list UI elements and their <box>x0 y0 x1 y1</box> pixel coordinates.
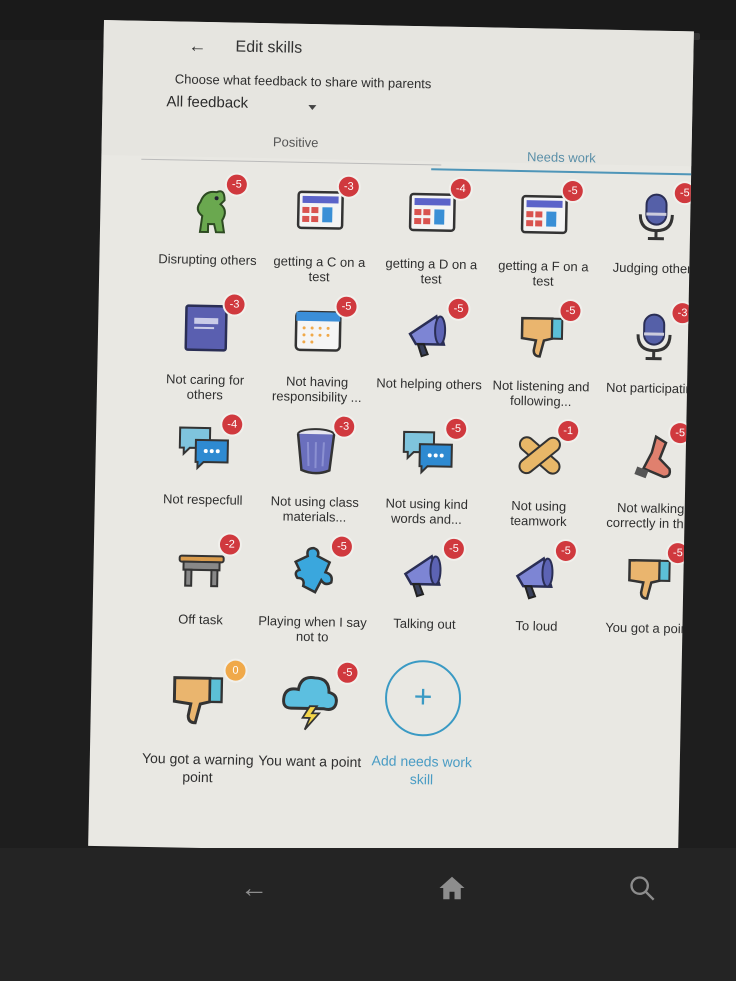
skill-item[interactable]: -5 Talking out <box>368 535 482 657</box>
points-badge: -3 <box>334 416 355 437</box>
points-badge: -5 <box>674 182 694 204</box>
skill-item[interactable]: -1 Not using teamwork <box>482 417 596 539</box>
points-badge: -5 <box>226 174 248 195</box>
points-badge: -5 <box>667 542 689 564</box>
back-arrow-icon: ← <box>240 872 268 903</box>
feedback-dropdown[interactable]: All feedback <box>166 93 317 118</box>
skill-item[interactable]: -5 Not helping others <box>372 295 486 417</box>
skill-label: Not having responsibility ... <box>271 373 362 406</box>
skill-label: You want a point <box>258 752 362 771</box>
points-badge: -5 <box>562 180 583 202</box>
app-screen: ← Edit skills Choose what feedback to sh… <box>88 20 694 858</box>
skill-label: You got a warning point <box>141 749 254 786</box>
skill-label: Talking out <box>393 615 456 632</box>
add-needs-work-skill-button[interactable]: + Add needs work skill <box>366 655 480 787</box>
points-badge: -2 <box>219 534 241 555</box>
skill-item[interactable]: -5 Not walking correctly in th... <box>594 420 694 542</box>
points-badge: -5 <box>337 662 358 683</box>
skill-label: getting a D on a test <box>385 255 478 287</box>
skill-item[interactable]: -5 Judging others <box>599 180 694 302</box>
tab-bar: Positive Needs work <box>101 126 692 173</box>
skill-item[interactable]: -5 Not listening and following... <box>484 297 598 419</box>
points-badge: -4 <box>450 178 472 200</box>
skill-label: getting a C on a test <box>273 253 366 285</box>
points-badge: -5 <box>560 300 581 322</box>
skill-grid: -5 Disrupting others -3 getting a C on a te… <box>142 171 694 787</box>
skill-label: Not participating <box>605 379 694 397</box>
app-header: ← Edit skills Choose what feedback to sh… <box>101 20 694 167</box>
points-badge: -3 <box>338 176 360 197</box>
points-badge: -5 <box>446 418 467 440</box>
skill-item[interactable]: -3 Not using class materials... <box>258 413 372 535</box>
skill-item[interactable]: -3 Not participating <box>596 300 694 422</box>
skill-label: Disrupting others <box>158 251 257 268</box>
skill-item[interactable]: -2 Off task <box>144 531 258 653</box>
tab-needs-work[interactable]: Needs work <box>431 142 692 181</box>
skill-item[interactable]: -5 Not using kind words and... <box>370 415 484 537</box>
points-badge: -5 <box>555 540 577 562</box>
skill-label: To loud <box>515 618 558 634</box>
skill-label: Not using class materials... <box>270 493 360 525</box>
skill-item[interactable]: -5 You got a point <box>592 540 694 662</box>
points-badge: 0 <box>225 660 246 681</box>
points-badge: -5 <box>331 536 353 557</box>
skill-item[interactable]: -5 Disrupting others <box>151 171 265 293</box>
skill-label: Playing when I say not to <box>258 613 367 645</box>
plus-icon: + <box>413 678 433 715</box>
skill-item[interactable]: 0 You got a warning point <box>142 651 256 785</box>
points-badge: -5 <box>669 422 691 444</box>
skill-item[interactable]: -4 getting a D on a test <box>375 175 489 297</box>
points-badge: -4 <box>222 414 243 435</box>
skill-item[interactable]: -5 Not having responsibility ... <box>260 293 374 415</box>
points-badge: -5 <box>448 298 469 320</box>
skill-item[interactable]: -5 To loud <box>480 537 594 659</box>
skill-label: Not using teamwork <box>510 497 567 529</box>
points-badge: -3 <box>224 294 245 315</box>
nav-back-button[interactable]: ← <box>234 868 274 908</box>
home-icon <box>439 876 465 900</box>
add-skill-label: Add needs work skill <box>371 752 473 788</box>
arrow-left-icon: ← <box>188 35 207 56</box>
skill-item[interactable]: -4 Not respecfull <box>146 411 260 533</box>
skill-label: getting a F on a test <box>498 257 589 289</box>
system-nav-bar: ← <box>0 848 736 981</box>
points-badge: -3 <box>672 302 693 324</box>
skill-label: Not walking correctly in th... <box>606 499 694 532</box>
skill-label: Off task <box>178 611 223 628</box>
page-title: Edit skills <box>235 38 303 57</box>
share-instructions: Choose what feedback to share with paren… <box>174 71 432 92</box>
skill-item[interactable]: -5 Playing when I say not to <box>256 533 370 655</box>
back-button[interactable]: ← <box>185 34 209 58</box>
skill-label: Not helping others <box>376 375 482 393</box>
points-badge: -5 <box>336 296 357 317</box>
feedback-dropdown-value: All feedback <box>166 93 249 112</box>
points-badge: -1 <box>558 420 579 442</box>
skill-item[interactable]: -5 getting a F on a test <box>487 177 601 299</box>
thumbs-down-icon <box>162 661 233 732</box>
search-icon <box>630 876 655 901</box>
skill-label: Not caring for others <box>165 371 245 403</box>
skill-item[interactable]: -5 You want a point <box>254 653 368 775</box>
skill-label: Not respecfull <box>162 491 243 508</box>
skill-item[interactable]: -3 getting a C on a test <box>263 173 377 295</box>
nav-search-button[interactable] <box>622 868 662 908</box>
points-badge: -5 <box>443 538 465 560</box>
caret-down-icon <box>308 104 317 111</box>
skill-label: Judging others <box>612 259 694 277</box>
skill-label: You got a point <box>605 619 692 637</box>
skill-label: Not using kind words and... <box>385 495 469 527</box>
nav-home-button[interactable] <box>432 868 472 908</box>
skill-item[interactable]: -3 Not caring for others <box>149 291 263 413</box>
storm-cloud-icon <box>274 663 345 734</box>
skill-label: Not listening and following... <box>492 377 590 410</box>
